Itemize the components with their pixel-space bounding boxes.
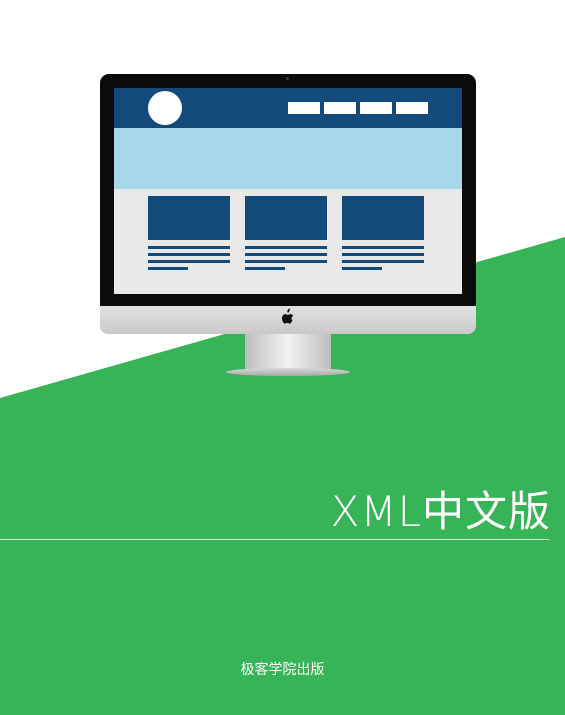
card-image xyxy=(148,196,230,240)
website-nav-button xyxy=(360,102,392,114)
card-image xyxy=(245,196,327,240)
card-text-line xyxy=(148,267,188,270)
title-divider xyxy=(0,539,549,540)
monitor-screen xyxy=(114,88,462,294)
card-text-line xyxy=(342,253,424,256)
apple-icon xyxy=(282,308,294,324)
publisher-label: 极客学院出版 xyxy=(240,662,325,678)
book-cover: XML中文版 极客学院出版 xyxy=(0,0,565,715)
website-card xyxy=(148,196,230,281)
card-text-line xyxy=(342,260,424,263)
card-image xyxy=(342,196,424,240)
website-logo-circle xyxy=(148,91,182,125)
card-text-line xyxy=(342,246,424,249)
monitor-stand-neck xyxy=(245,334,331,370)
monitor-illustration xyxy=(0,0,565,400)
website-header xyxy=(114,88,462,128)
card-text-line xyxy=(342,267,382,270)
card-text-line xyxy=(245,253,327,256)
card-text-line xyxy=(245,267,285,270)
card-text-line xyxy=(148,253,230,256)
card-text-line xyxy=(148,246,230,249)
card-text-line xyxy=(245,260,327,263)
book-title: XML中文版 xyxy=(330,487,551,536)
website-hero-banner xyxy=(114,128,462,189)
monitor-bezel xyxy=(100,74,476,306)
website-card xyxy=(245,196,327,281)
website-card xyxy=(342,196,424,281)
camera-dot xyxy=(286,77,289,80)
card-text-line xyxy=(148,260,230,263)
website-nav-button xyxy=(324,102,356,114)
monitor-chin xyxy=(100,306,476,334)
website-nav-button xyxy=(396,102,428,114)
monitor-stand-foot xyxy=(226,368,350,376)
card-text-line xyxy=(245,246,327,249)
website-nav-button xyxy=(288,102,320,114)
